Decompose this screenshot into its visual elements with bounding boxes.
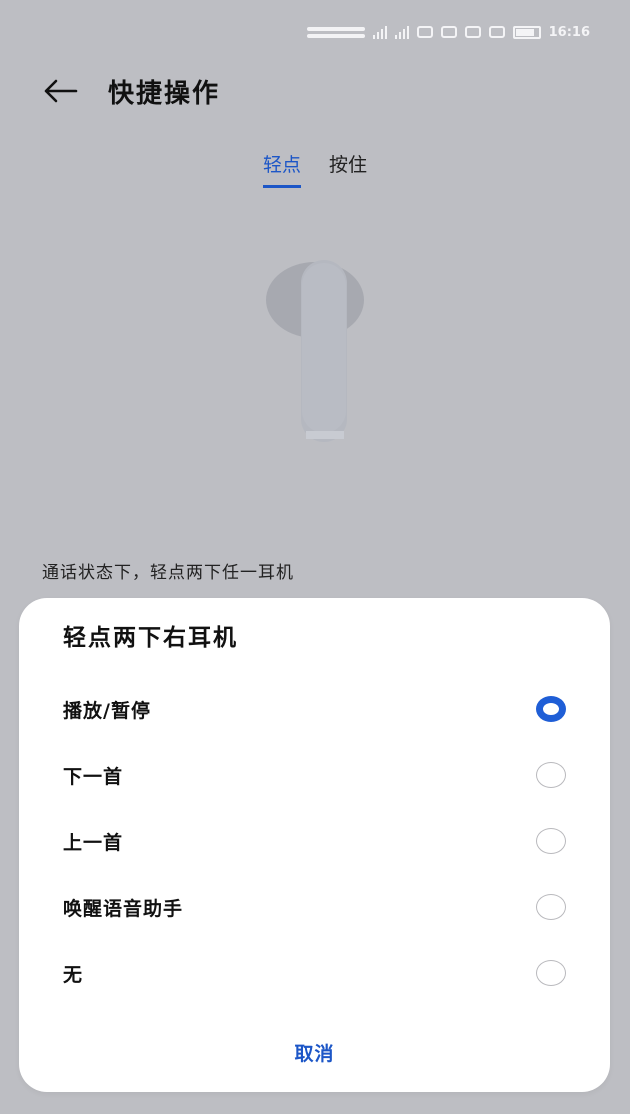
option-sheet: 轻点两下右耳机 播放/暂停 下一首 上一首 唤醒语音助手 无 取消 [19,598,610,1092]
signal-icon-2 [394,25,409,39]
tab-tap[interactable]: 轻点 [262,150,301,188]
vibrate-icon [488,26,505,38]
radio-button-checked[interactable] [536,696,566,722]
radio-button[interactable] [536,960,566,986]
radio-button[interactable] [536,828,566,854]
nfc-icon [464,26,481,38]
option-next-track[interactable]: 下一首 [19,742,610,808]
status-time: 16:16 [548,24,590,40]
tab-bar: 轻点 按住 [0,150,630,188]
header: 快捷操作 [40,70,590,112]
status-bar: 16:16 [210,18,590,46]
battery-icon [512,25,541,39]
option-play-pause[interactable]: 播放/暂停 [19,676,610,742]
signal-icon [372,25,387,39]
option-voice-assistant[interactable]: 唤醒语音助手 [19,874,610,940]
radio-button[interactable] [536,762,566,788]
cancel-button[interactable]: 取消 [19,1039,610,1066]
option-previous-track[interactable]: 上一首 [19,808,610,874]
option-label: 无 [63,963,84,986]
carrier-info-icon [306,20,365,44]
option-none[interactable]: 无 [19,940,610,1006]
wifi-icon [416,26,433,38]
option-label: 下一首 [63,765,124,788]
back-arrow-icon[interactable] [40,71,80,111]
page-title: 快捷操作 [108,78,221,109]
option-label: 上一首 [63,831,124,854]
notification-icon [440,26,457,38]
tab-hold[interactable]: 按住 [329,150,367,188]
option-list: 播放/暂停 下一首 上一首 唤醒语音助手 无 [19,676,610,1006]
sheet-title: 轻点两下右耳机 [63,625,238,651]
radio-button[interactable] [536,894,566,920]
earbud-image [265,255,365,445]
option-label: 播放/暂停 [63,699,151,722]
option-label: 唤醒语音助手 [63,897,184,920]
description-text: 通话状态下，轻点两下任一耳机 [42,563,294,583]
